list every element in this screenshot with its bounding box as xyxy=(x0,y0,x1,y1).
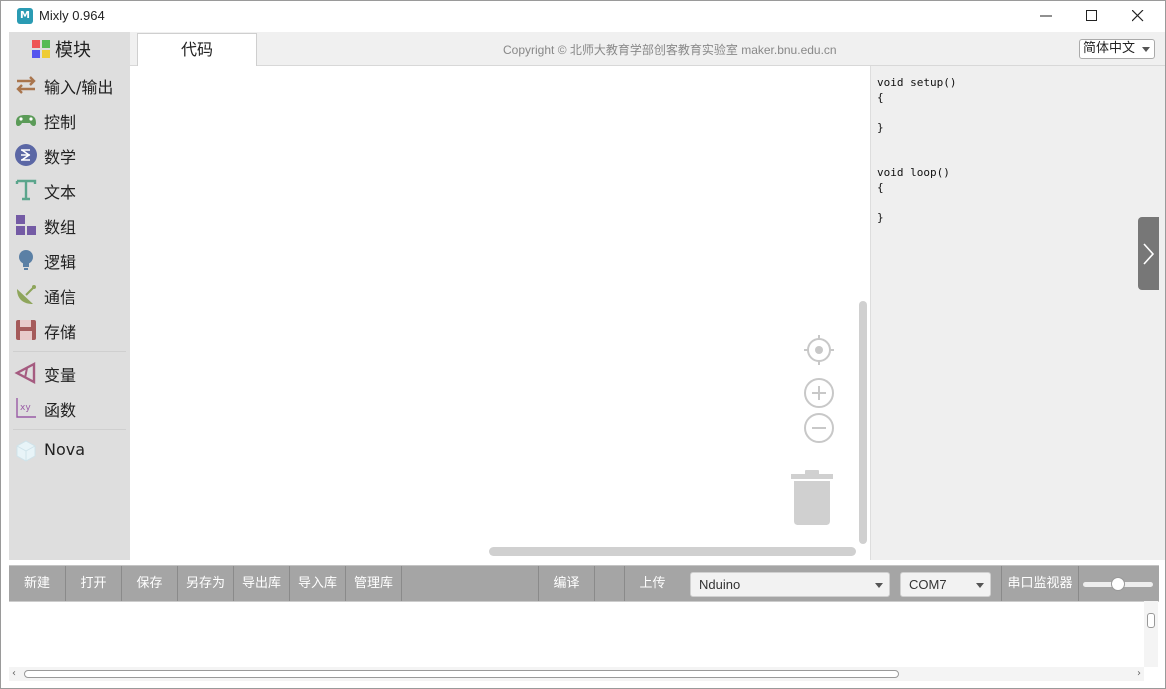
category-label: Nova xyxy=(44,440,86,459)
gamepad-icon xyxy=(16,115,36,126)
category-label: 通信 xyxy=(44,288,77,307)
floppy-disk-icon xyxy=(16,320,36,340)
category-label: 函数 xyxy=(44,401,77,420)
board-select[interactable]: Nduino xyxy=(690,572,890,597)
trash-can-icon[interactable] xyxy=(789,469,835,527)
category-label: 数组 xyxy=(44,218,77,237)
tab-modules-label: 模块 xyxy=(55,40,91,61)
svg-text:xy: xy xyxy=(20,403,31,413)
category-text[interactable]: 文本 xyxy=(9,172,130,207)
serial-monitor-button[interactable]: 串口监视器 xyxy=(1002,566,1078,602)
slider-thumb[interactable] xyxy=(1111,577,1125,591)
divider xyxy=(13,429,126,430)
category-math[interactable]: 数学 xyxy=(9,137,130,172)
manage-library-button[interactable]: 管理库 xyxy=(346,566,401,602)
category-label: 逻辑 xyxy=(44,253,77,272)
category-control[interactable]: 控制 xyxy=(9,102,130,137)
workspace-horizontal-scrollbar[interactable] xyxy=(489,547,856,556)
toggle-code-panel-button[interactable] xyxy=(1138,217,1159,290)
category-label: 存储 xyxy=(44,323,77,342)
port-value: COM7 xyxy=(909,577,947,592)
close-button[interactable] xyxy=(1115,1,1161,32)
import-library-button[interactable]: 导入库 xyxy=(290,566,345,602)
mixly-logo-icon: M xyxy=(17,8,33,24)
scrollbar-thumb[interactable] xyxy=(1147,613,1155,628)
language-value: 简体中文 xyxy=(1083,41,1136,56)
chevron-down-icon xyxy=(1142,47,1150,52)
code-preview-panel: void setup() { } void loop() { } xyxy=(870,66,1165,560)
scroll-left-icon[interactable]: ‹ xyxy=(12,668,16,679)
app-window: M Mixly 0.964 模块 输入/输出 控制 数学 文本 数组 逻辑 通信… xyxy=(0,0,1166,689)
math-sigma-icon xyxy=(15,144,37,166)
minimize-icon xyxy=(1040,15,1052,17)
chevron-right-icon xyxy=(1143,243,1155,265)
category-label: 数学 xyxy=(44,148,77,167)
scrollbar-thumb[interactable] xyxy=(24,670,899,678)
recenter-icon[interactable] xyxy=(803,334,835,366)
open-button[interactable]: 打开 xyxy=(66,566,121,602)
workspace-vertical-scrollbar[interactable] xyxy=(859,301,867,544)
lightbulb-icon xyxy=(19,250,33,270)
tab-code[interactable]: 代码 xyxy=(137,33,257,66)
category-logic[interactable]: 逻辑 xyxy=(9,242,130,277)
close-icon xyxy=(1132,10,1144,22)
array-blocks-icon xyxy=(16,215,36,235)
category-storage[interactable]: 存储 xyxy=(9,312,130,347)
bottom-toolbar: 新建 打开 保存 另存为 导出库 导入库 管理库 编译 上传 Nduino CO… xyxy=(9,565,1159,602)
tab-bar: 代码 Copyright © 北师大教育学部创客教育实验室 maker.bnu.… xyxy=(130,32,1165,66)
blocks-workspace[interactable] xyxy=(130,66,870,560)
divider xyxy=(13,351,126,352)
port-select[interactable]: COM7 xyxy=(900,572,991,597)
satellite-dish-icon xyxy=(17,285,36,304)
tab-modules[interactable]: 模块 xyxy=(9,32,130,65)
zoom-slider[interactable] xyxy=(1081,566,1157,602)
chevron-down-icon xyxy=(875,583,883,588)
variable-cone-icon xyxy=(14,362,36,384)
generated-code: void setup() { } void loop() { } xyxy=(877,76,957,224)
maximize-icon xyxy=(1086,10,1097,21)
cube-icon xyxy=(16,440,36,462)
window-title: Mixly 0.964 xyxy=(39,8,105,23)
chevron-down-icon xyxy=(976,583,984,588)
category-label: 文本 xyxy=(44,183,77,202)
zoom-in-icon[interactable] xyxy=(803,377,835,409)
divider xyxy=(594,566,595,602)
category-functions[interactable]: xy 函数 xyxy=(9,390,130,425)
upload-button[interactable]: 上传 xyxy=(625,566,680,602)
function-xy-icon: xy xyxy=(16,398,36,418)
category-label: 控制 xyxy=(44,113,77,132)
category-panel: 模块 输入/输出 控制 数学 文本 数组 逻辑 通信 存储 变量 xy 函数 N… xyxy=(9,32,130,560)
divider xyxy=(401,566,402,602)
puzzle-icon xyxy=(32,40,50,58)
title-bar: M Mixly 0.964 xyxy=(1,1,1165,32)
save-as-button[interactable]: 另存为 xyxy=(178,566,233,602)
maximize-button[interactable] xyxy=(1069,1,1115,32)
scroll-right-icon[interactable]: › xyxy=(1137,668,1141,679)
category-array[interactable]: 数组 xyxy=(9,207,130,242)
category-communication[interactable]: 通信 xyxy=(9,277,130,312)
text-t-icon xyxy=(15,179,37,201)
category-label: 变量 xyxy=(44,366,77,385)
save-button[interactable]: 保存 xyxy=(122,566,177,602)
console-vertical-scrollbar[interactable] xyxy=(1144,601,1158,667)
category-label: 输入/输出 xyxy=(44,78,114,97)
copyright-text: Copyright © 北师大教育学部创客教育实验室 maker.bnu.edu… xyxy=(503,43,837,57)
divider xyxy=(1078,566,1079,602)
zoom-out-icon[interactable] xyxy=(803,412,835,444)
minimize-button[interactable] xyxy=(1023,1,1069,32)
export-library-button[interactable]: 导出库 xyxy=(234,566,289,602)
arrows-exchange-icon xyxy=(16,76,36,94)
category-variables[interactable]: 变量 xyxy=(9,355,130,390)
console-horizontal-scrollbar[interactable]: ‹ › xyxy=(9,667,1144,681)
category-nova[interactable]: Nova xyxy=(9,433,130,468)
category-io[interactable]: 输入/输出 xyxy=(9,67,130,102)
compile-button[interactable]: 编译 xyxy=(539,566,594,602)
board-value: Nduino xyxy=(699,577,741,592)
new-button[interactable]: 新建 xyxy=(9,566,65,602)
language-select[interactable]: 简体中文 xyxy=(1079,39,1155,59)
